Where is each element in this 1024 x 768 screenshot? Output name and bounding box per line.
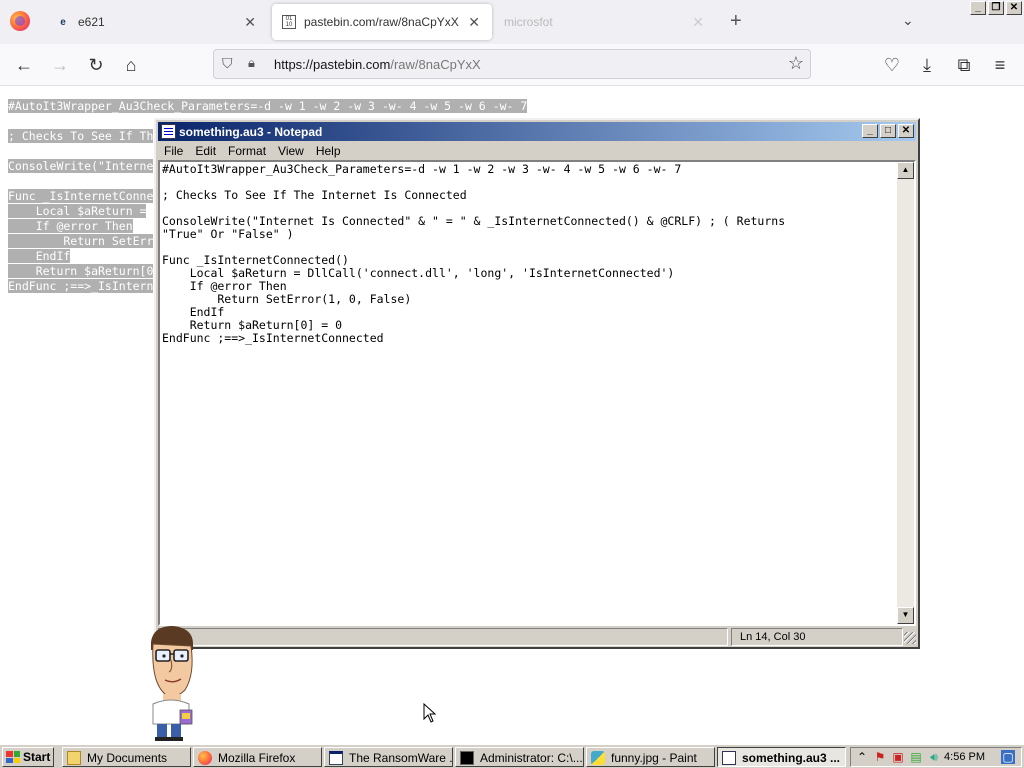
taskbar-item-label: The RansomWare ... <box>349 751 453 765</box>
taskbar-item-label: funny.jpg - Paint <box>611 751 697 765</box>
minimize-button[interactable]: _ <box>862 124 878 138</box>
notepad-menu-bar: File Edit Format View Help <box>158 142 916 160</box>
firefox-logo-icon[interactable] <box>10 11 30 31</box>
pocket-icon[interactable]: ♡ <box>881 54 903 76</box>
notepad-status-bar: Ln 14, Col 30 <box>158 628 916 647</box>
restore-button[interactable]: ❐ <box>988 1 1004 15</box>
download-icon[interactable]: ⤓ <box>916 54 938 76</box>
taskbar-item-label: Mozilla Firefox <box>218 751 296 765</box>
menu-edit[interactable]: Edit <box>189 142 222 160</box>
taskbar-item-my-documents[interactable]: My Documents <box>62 747 191 767</box>
taskbar-item-label: something.au3 ... <box>742 751 841 765</box>
system-tray: ⌃ ⚑ ▣ ▤ 🔊︎ 4:56 PM ▢ <box>850 747 1022 767</box>
code-line: EndFunc ;==>_IsIntern <box>8 279 154 293</box>
code-line: Return $aReturn[0 <box>8 264 154 278</box>
notepad-text-area[interactable]: #AutoIt3Wrapper_Au3Check_Parameters=-d -… <box>158 160 916 626</box>
notepad-icon <box>722 751 736 765</box>
status-pane <box>158 628 728 646</box>
taskbar-item-label: My Documents <box>87 751 168 765</box>
tab-label: pastebin.com/raw/8naCpYxX <box>304 15 459 29</box>
reload-icon[interactable]: ↻ <box>85 54 107 76</box>
taskbar-item-label: Administrator: C:\... <box>480 751 583 765</box>
code-line: Return SetErr <box>8 234 154 248</box>
tab-pastebin[interactable]: 01 10 pastebin.com/raw/8naCpYxX ✕ <box>272 4 492 40</box>
network-icon[interactable]: ▤ <box>909 750 923 764</box>
window-title: something.au3 - Notepad <box>179 125 323 139</box>
cartoon-man-mascot-icon[interactable] <box>143 624 199 742</box>
scroll-down-arrow-icon[interactable]: ▼ <box>897 607 914 624</box>
lock-icon[interactable]: 🔒︎ <box>248 55 255 71</box>
hamburger-menu-icon[interactable]: ≡ <box>989 54 1011 76</box>
taskbar-item-paint[interactable]: funny.jpg - Paint <box>586 747 715 767</box>
code-line: #AutoIt3Wrapper_Au3Check_Parameters=-d -… <box>8 99 528 113</box>
flag-icon[interactable]: ⚑ <box>873 750 887 764</box>
code-line: If @error Then <box>8 219 133 233</box>
close-icon[interactable]: ✕ <box>692 14 704 31</box>
menu-format[interactable]: Format <box>222 142 272 160</box>
chevron-up-icon[interactable]: ⌃ <box>855 750 869 764</box>
show-desktop-icon[interactable]: ▢ <box>1001 750 1015 764</box>
new-tab-plus-icon[interactable]: + <box>730 10 742 33</box>
notepad-title-bar[interactable]: something.au3 - Notepad _ □ ✕ <box>158 122 916 141</box>
taskbar-item-notepad[interactable]: something.au3 ... <box>717 747 846 767</box>
vertical-scrollbar[interactable]: ▲ ▼ <box>897 162 914 624</box>
code-line: ConsoleWrite("Interne <box>8 159 154 173</box>
code-line: Local $aReturn = <box>8 204 147 218</box>
taskbar-item-cmd[interactable]: Administrator: C:\... <box>455 747 584 767</box>
notepad-icon[interactable] <box>161 124 176 139</box>
taskbar-item-ransomware[interactable]: The RansomWare ... <box>324 747 453 767</box>
paint-icon <box>591 751 605 765</box>
notepad-window[interactable]: something.au3 - Notepad _ □ ✕ File Edit … <box>154 118 920 649</box>
volume-icon[interactable]: 🔊︎ <box>927 750 941 764</box>
forward-arrow-icon[interactable]: → <box>49 54 71 76</box>
close-button[interactable]: ✕ <box>1006 1 1022 15</box>
shield-icon[interactable]: ⛉ <box>222 55 238 73</box>
code-line: ; Checks To See If Th <box>8 129 154 143</box>
home-icon[interactable]: ⌂ <box>120 54 142 76</box>
e621-icon: e <box>60 16 66 28</box>
start-label: Start <box>23 750 51 764</box>
resize-grip-icon[interactable] <box>904 632 916 644</box>
mouse-cursor-icon <box>423 703 437 723</box>
clock[interactable]: 4:56 PM <box>944 751 985 763</box>
security-alert-icon[interactable]: ▣ <box>891 750 905 764</box>
cursor-position: Ln 14, Col 30 <box>731 628 903 646</box>
menu-help[interactable]: Help <box>310 142 347 160</box>
menu-view[interactable]: View <box>272 142 310 160</box>
window-icon <box>329 751 343 765</box>
code-line: Func _IsInternetConne <box>8 189 154 203</box>
minimize-button[interactable]: _ <box>970 1 986 15</box>
tab-label: microsfot <box>504 15 553 29</box>
start-button[interactable]: Start <box>2 747 54 767</box>
folder-icon <box>67 751 81 765</box>
list-all-tabs-chevron-icon[interactable]: ⌄ <box>902 12 914 29</box>
close-button[interactable]: ✕ <box>898 124 914 138</box>
tab-microsfot[interactable]: microsfot ✕ <box>494 4 716 40</box>
firefox-icon <box>198 751 212 765</box>
taskbar-item-firefox[interactable]: Mozilla Firefox <box>193 747 322 767</box>
browser-window-controls: _ ❐ ✕ <box>970 1 1022 15</box>
browser-nav-bar: ← → ↻ ⌂ ⛉ 🔒︎ https://pastebin.com/raw/8n… <box>0 44 1024 86</box>
code-line: EndIf <box>8 249 71 263</box>
bookmark-star-icon[interactable]: ☆ <box>788 53 804 74</box>
menu-file[interactable]: File <box>158 142 189 160</box>
tab-e621[interactable]: e e621 ✕ <box>46 4 268 40</box>
back-arrow-icon[interactable]: ← <box>13 54 35 76</box>
close-icon[interactable]: ✕ <box>244 14 256 31</box>
cmd-icon <box>460 751 474 765</box>
taskbar: Start My Documents Mozilla Firefox The R… <box>0 744 1024 768</box>
windows-logo-icon <box>6 751 20 763</box>
notepad-content[interactable]: #AutoIt3Wrapper_Au3Check_Parameters=-d -… <box>162 163 898 345</box>
url-text[interactable]: https://pastebin.com/raw/8naCpYxX <box>274 57 481 72</box>
url-bar[interactable]: ⛉ 🔒︎ https://pastebin.com/raw/8naCpYxX ☆ <box>213 49 811 79</box>
close-icon[interactable]: ✕ <box>468 14 480 31</box>
extensions-icon[interactable]: ⧉ <box>953 54 975 76</box>
scroll-up-arrow-icon[interactable]: ▲ <box>897 162 914 179</box>
browser-tab-bar: e e621 ✕ 01 10 pastebin.com/raw/8naCpYxX … <box>0 0 1024 44</box>
maximize-button[interactable]: □ <box>880 124 896 138</box>
tab-label: e621 <box>78 15 105 29</box>
raw-file-icon: 01 10 <box>282 15 296 29</box>
